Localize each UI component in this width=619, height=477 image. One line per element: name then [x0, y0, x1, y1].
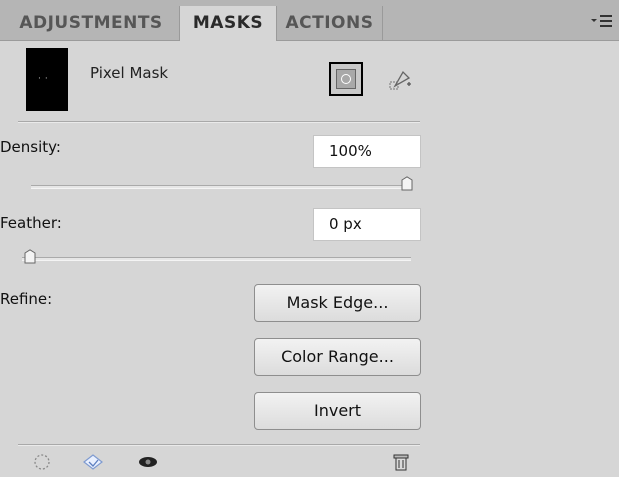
feather-slider-track[interactable]: [22, 257, 411, 261]
delete-mask-icon[interactable]: [391, 451, 411, 473]
tab-masks[interactable]: MASKS: [179, 6, 277, 41]
mask-edge-button[interactable]: Mask Edge...: [254, 284, 421, 322]
load-selection-icon[interactable]: [32, 451, 52, 473]
tab-adjustments[interactable]: ADJUSTMENTS: [0, 6, 181, 40]
feather-slider-thumb[interactable]: [24, 249, 36, 264]
feather-label: Feather:: [0, 214, 62, 232]
panel-tab-bar: ADJUSTMENTS MASKS ACTIONS: [0, 0, 619, 41]
divider: [18, 121, 420, 123]
mask-thumbnail-dots: ··: [38, 74, 52, 84]
density-slider-thumb[interactable]: [401, 176, 413, 191]
divider: [18, 444, 420, 446]
pixel-mask-icon: [336, 69, 356, 89]
vector-mask-icon[interactable]: [385, 64, 415, 94]
toggle-visibility-icon[interactable]: [136, 451, 160, 473]
tab-actions[interactable]: ACTIONS: [277, 6, 383, 40]
apply-mask-icon[interactable]: [80, 451, 106, 473]
density-slider-track[interactable]: [31, 185, 406, 189]
density-field[interactable]: 100%: [313, 135, 421, 168]
pixel-mask-icon-circle: [341, 74, 351, 84]
mask-type-label: Pixel Mask: [90, 64, 169, 82]
mask-thumbnail: ··: [26, 48, 68, 111]
refine-label: Refine:: [0, 290, 53, 308]
density-label: Density:: [0, 138, 61, 156]
invert-button[interactable]: Invert: [254, 392, 421, 430]
feather-field[interactable]: 0 px: [313, 208, 421, 241]
color-range-button[interactable]: Color Range...: [254, 338, 421, 376]
panel-menu-icon[interactable]: [591, 14, 613, 28]
masks-panel: ADJUSTMENTS MASKS ACTIONS ·· Pixel Mask …: [0, 0, 619, 477]
pixel-mask-button[interactable]: [329, 62, 363, 96]
